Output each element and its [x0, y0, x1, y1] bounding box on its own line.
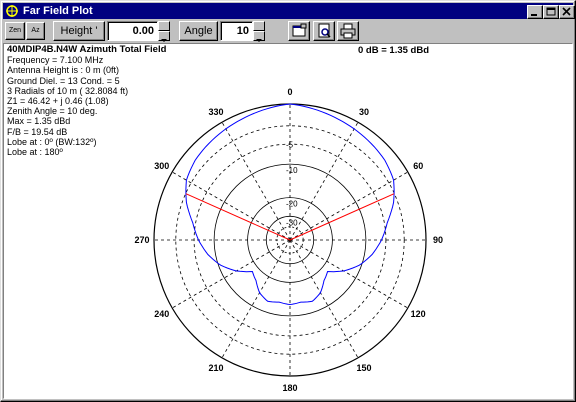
close-button[interactable] — [559, 5, 575, 19]
angle-spoke — [221, 122, 291, 241]
azimuth-plot-button[interactable]: Az — [26, 22, 45, 40]
angle-button[interactable]: Angle — [179, 21, 218, 41]
ring-label: -30 — [286, 218, 298, 227]
properties-button[interactable] — [288, 21, 310, 41]
height-spin-down[interactable] — [158, 31, 170, 42]
angle-label: 300 — [154, 161, 169, 171]
title-bar: Far Field Plot — [3, 3, 575, 19]
print-preview-icon — [318, 23, 331, 38]
ring-label: -10 — [286, 166, 298, 175]
close-icon — [562, 7, 571, 16]
angle-spoke — [172, 239, 291, 309]
maximize-icon — [546, 7, 556, 16]
print-preview-button[interactable] — [313, 21, 335, 41]
angle-spin-up[interactable] — [253, 21, 265, 33]
angle-spoke — [289, 122, 359, 241]
angle-spin-down[interactable] — [253, 31, 265, 42]
print-button[interactable] — [337, 21, 359, 41]
toolbar: Zen Az Height ' 0.00 Angle 10 — [3, 20, 573, 42]
angle-label: 0 — [287, 87, 292, 97]
angle-label: 210 — [208, 363, 223, 373]
angle-label: 270 — [134, 235, 149, 245]
angle-label: 30 — [359, 107, 369, 117]
printer-icon — [340, 23, 356, 39]
polar-plot: -5 -10 -20 -30 0 30 60 90 120 150 180 210 240 270 300… — [134, 87, 443, 393]
angle-label: 90 — [433, 235, 443, 245]
ring-label: -5 — [286, 140, 294, 149]
plot-area: 40MDIP4B.N4W Azimuth Total Field Frequen… — [3, 43, 573, 399]
angle-label: 180 — [282, 383, 297, 393]
angle-spoke — [289, 239, 359, 358]
far-field-plot-window: Far Field Plot Zen Az Height ' 0.00 Angl… — [0, 0, 576, 402]
angle-input[interactable]: 10 — [220, 21, 253, 41]
antenna-app-icon — [6, 5, 18, 17]
properties-icon — [292, 23, 307, 37]
angle-spoke — [289, 171, 408, 241]
angle-label: 240 — [154, 309, 169, 319]
angle-label: 120 — [411, 309, 426, 319]
angle-label: 150 — [356, 363, 371, 373]
minimize-icon — [531, 14, 537, 16]
angle-label: 60 — [413, 161, 423, 171]
angle-spoke — [289, 239, 408, 309]
angle-spoke — [221, 239, 291, 358]
ring-labels: -5 -10 -20 -30 — [286, 140, 298, 227]
window-title: Far Field Plot — [23, 5, 93, 17]
height-input[interactable]: 0.00 — [107, 21, 158, 41]
angle-spoke — [172, 171, 291, 241]
angle-spinner[interactable] — [253, 21, 265, 42]
minimize-button[interactable] — [527, 5, 543, 19]
ring-label: -20 — [286, 200, 298, 209]
height-button[interactable]: Height ' — [53, 21, 105, 41]
angle-label: 330 — [208, 107, 223, 117]
zenith-plot-button[interactable]: Zen — [5, 22, 25, 40]
height-spinner[interactable] — [158, 21, 170, 42]
maximize-button[interactable] — [543, 5, 559, 19]
height-spin-up[interactable] — [158, 21, 170, 33]
